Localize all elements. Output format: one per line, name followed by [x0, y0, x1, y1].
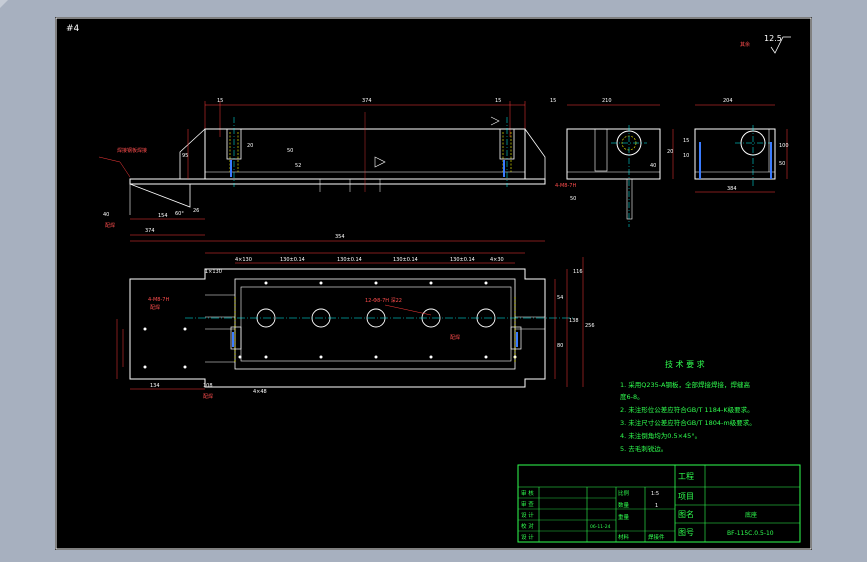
drawing-canvas[interactable]: #4 其余 12.5 15 374 15 95 20 50 52 焊接钢板焊接 …	[55, 17, 812, 550]
tb-drawing-name: 底座	[745, 511, 757, 519]
plan-dim-r5: 256	[585, 323, 595, 329]
roughness-symbol: 其余 12.5	[740, 34, 791, 54]
front-dim-v1: 95	[182, 153, 188, 159]
side2-dim-h2: 50	[779, 161, 785, 167]
side2-dim-h1: 100	[779, 143, 789, 149]
tb-role-2: 审 查	[521, 500, 534, 508]
tb-drawing-no: BF-115C.0.5-10	[727, 530, 774, 537]
section-arrow-icon	[374, 156, 386, 168]
sheet-number: #4	[66, 24, 80, 34]
side1-dim-left: 15	[550, 98, 556, 104]
requirement-2: 2. 未注形位公差应符合GB/T 1184-K级要求。	[620, 405, 754, 414]
side1-dim-width: 210	[602, 98, 612, 104]
requirement-1b: 度6-8。	[620, 392, 644, 401]
cad-viewer: #4 其余 12.5 15 374 15 95 20 50 52 焊接钢板焊接 …	[0, 0, 867, 562]
plan-mid-label: 配焊	[450, 334, 460, 341]
tb-weight-label: 重量	[618, 513, 630, 521]
front-dim-v2: 20	[247, 143, 253, 149]
side2-dim-h4: 15	[683, 138, 689, 144]
plan-left-label: 配焊	[150, 304, 160, 311]
front-small-label: 配焊	[105, 222, 115, 229]
side1-dim-b: 50	[570, 196, 576, 202]
plan-dim-r4: 116	[573, 269, 583, 275]
tb-role-3: 设 计	[521, 511, 534, 519]
side1-note: 4-M8-7H	[555, 183, 576, 189]
plan-dim-left: 374	[145, 228, 155, 234]
plan-dim-b3: 4×48	[253, 389, 267, 395]
plan-spacing-1: 130±0.14	[280, 257, 305, 263]
roughness-value: 12.5	[764, 34, 782, 43]
plan-hole-note: 12-Φ8-7H 深22	[365, 297, 402, 304]
requirement-5: 5. 去毛刺锐边。	[620, 444, 667, 453]
plan-spacing-2: 130±0.14	[337, 257, 362, 263]
side1-dim-h2: 40	[650, 163, 656, 169]
side-view-1: 210 15 20 40 4-M8-7H 50	[550, 98, 673, 227]
tb-name-label: 图名	[678, 509, 694, 519]
plan-spacing-0: 4×130	[235, 257, 252, 263]
tech-requirements: 技 术 要 求 1. 采用Q235-A钢板，全部焊接焊接，焊缝高 度6-8。 2…	[620, 359, 756, 453]
plan-spacing-5: 4×30	[490, 257, 504, 263]
tb-scale-label: 比例	[618, 489, 630, 497]
requirements-title: 技 术 要 求	[665, 359, 705, 369]
tb-role-5: 设 计	[521, 533, 534, 541]
plan-dim-b1: 134	[150, 383, 160, 389]
plan-spacing-4: 130±0.14	[450, 257, 475, 263]
tb-material-label: 材料	[618, 533, 630, 541]
plan-dim-b2: 108	[203, 383, 213, 389]
requirement-3: 3. 未注尺寸公差应符合GB/T 1804-m级要求。	[620, 418, 756, 427]
drawing-svg: #4 其余 12.5 15 374 15 95 20 50 52 焊接钢板焊接 …	[55, 17, 812, 550]
front-side-label: 焊接钢板焊接	[117, 147, 147, 154]
front-dim-b2: 154	[158, 213, 168, 219]
plan-view: 354 374 4×130 130±0.14 130±0.14 130±0.14…	[116, 228, 595, 400]
tb-qty-label: 数量	[618, 501, 630, 509]
side-view-2: 204 100 50 10 15 384	[683, 98, 789, 193]
tb-item-label: 项目	[678, 492, 694, 501]
plan-dim-r1: 54	[557, 295, 563, 301]
plan-dim-r3: 80	[557, 343, 563, 349]
plan-left-note: 4-M8-7H	[148, 297, 169, 303]
front-dim-v3: 50	[287, 148, 293, 154]
requirement-1: 1. 采用Q235-A钢板，全部焊接焊接，焊缝高	[620, 380, 750, 389]
roughness-label: 其余	[740, 41, 750, 48]
plan-dim-top: 1×130	[205, 269, 222, 275]
tb-qty-value: 1	[655, 503, 658, 509]
front-dim-b1: 40	[103, 212, 109, 218]
front-dim-main: 374	[362, 98, 372, 104]
side2-dim-bottom: 384	[727, 186, 737, 192]
tb-project-label: 工程	[678, 472, 694, 481]
tb-role-1: 审 核	[521, 489, 534, 497]
window-corner-mark	[0, 0, 8, 8]
tb-role-4: 校 对	[521, 522, 534, 530]
side2-dim-top: 204	[723, 98, 733, 104]
requirement-4: 4. 未注倒角均为0.5×45°。	[620, 431, 701, 440]
front-dim-b3: 26	[193, 208, 199, 214]
side2-dim-h3: 10	[683, 153, 689, 159]
tb-date: 06-11-24	[590, 524, 611, 530]
front-dim-v4: 52	[295, 163, 301, 169]
tb-material-value: 焊接件	[648, 533, 665, 541]
front-view: 15 374 15 95 20 50 52 焊接钢板焊接 60° 40 154 …	[98, 98, 546, 229]
front-angle: 60°	[175, 211, 184, 217]
plan-dim-r2: 138	[569, 318, 579, 324]
front-dim-right: 15	[495, 98, 501, 104]
tb-no-label: 图号	[678, 528, 694, 537]
tb-scale-value: 1:5	[651, 491, 659, 497]
plan-spacing-3: 130±0.14	[393, 257, 418, 263]
plan-dim-overall: 354	[335, 234, 345, 240]
sheet-border	[55, 17, 812, 550]
title-block-text: 审 核 审 查 设 计 校 对 设 计 06-11-24 比例 1:5 数量 1…	[521, 472, 774, 541]
front-dim-left: 15	[217, 98, 223, 104]
plan-bottom-label: 配焊	[203, 393, 213, 400]
leader-arrow-icon	[490, 116, 500, 126]
side1-dim-h1: 20	[667, 149, 673, 155]
